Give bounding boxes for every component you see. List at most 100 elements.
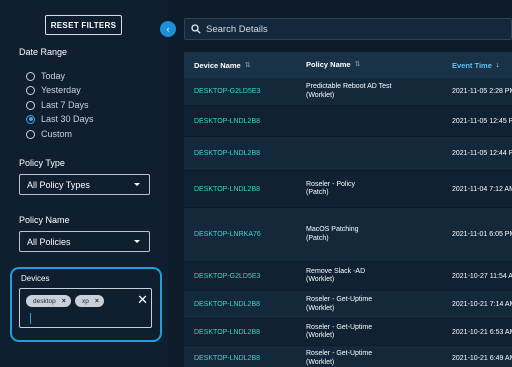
radio-label: Last 30 Days	[41, 114, 94, 124]
radio-label: Yesterday	[41, 85, 81, 95]
policy-type-value: All Policy Types	[27, 179, 90, 190]
table-row[interactable]: DESKTOP-G2LD5E3 Remove Slack -AD (Worklet…	[184, 262, 512, 291]
policy-type: (Worklet)	[306, 332, 335, 339]
policy-name: Roseler - Get-Uptime	[306, 323, 373, 331]
radio-last-7-days[interactable]: Last 7 Days	[26, 100, 89, 110]
radio-circle-icon	[26, 100, 35, 110]
clear-all-icon[interactable]: ✕	[137, 293, 148, 306]
device-cell[interactable]: DESKTOP-LNDL2B8	[184, 186, 296, 193]
chip-remove-icon[interactable]: ×	[95, 298, 99, 305]
radio-today[interactable]: Today	[26, 71, 65, 81]
table-row[interactable]: DESKTOP-LNDL2B8 Roseler - Get-Uptime (Wor…	[184, 319, 512, 346]
radio-label: Last 7 Days	[41, 100, 89, 110]
table-row[interactable]: DESKTOP-LNDL2B8 2021-11-05 12:44 PM	[184, 137, 512, 171]
time-cell: 2021-10-21 7:14 AM	[452, 301, 512, 308]
policy-type: (Worklet)	[306, 276, 335, 283]
column-policy-name[interactable]: Policy Name ⇅	[296, 59, 442, 70]
policy-name: Predictable Reboot AD Test	[306, 83, 392, 91]
device-cell[interactable]: DESKTOP-LNDL2B8	[184, 118, 296, 125]
device-cell[interactable]: DESKTOP-LNRKA76	[184, 231, 296, 238]
radio-custom[interactable]: Custom	[26, 129, 72, 139]
policy-type: (Worklet)	[306, 304, 335, 312]
policy-name: Remove Slack -AD	[306, 267, 366, 275]
filter-sidebar: RESET FILTERS Date Range Today Yesterday…	[0, 0, 168, 367]
time-cell: 2021-11-01 6:05 PM	[452, 231, 512, 238]
device-cell[interactable]: DESKTOP-LNDL2B8	[184, 355, 296, 362]
policy-type: (Patch)	[306, 189, 329, 196]
radio-circle-icon	[26, 129, 35, 139]
date-range-label: Date Range	[19, 47, 68, 57]
device-cell[interactable]: DESKTOP-G2LD5E3	[184, 273, 296, 280]
radio-selected-icon	[26, 114, 35, 124]
policy-type-label: Policy Type	[19, 158, 65, 168]
device-cell[interactable]: DESKTOP-LNDL2B8	[184, 150, 296, 157]
time-cell: 2021-10-21 6:49 AM	[452, 355, 512, 362]
time-cell: 2021-10-21 6:53 AM	[452, 328, 512, 336]
policy-name-select[interactable]: All Policies	[19, 231, 150, 252]
reset-filters-button[interactable]: RESET FILTERS	[45, 15, 122, 35]
policy-cell: Roseler - Get-Uptime (Worklet)	[296, 350, 442, 366]
time-cell: 2021-10-27 11:54 AM	[452, 272, 512, 280]
table-row[interactable]: DESKTOP-G2LD5E3 Predictable Reboot AD Te…	[184, 78, 512, 106]
table-row[interactable]: DESKTOP-LNDL2B8 2021-11-05 12:45 PM	[184, 106, 512, 137]
device-cell[interactable]: DESKTOP-LNDL2B8	[184, 301, 296, 308]
column-device-name[interactable]: Device Name ⇅	[184, 61, 296, 70]
sort-descending-icon: ↓	[495, 61, 500, 69]
devices-input[interactable]: desktop × xp × ✕	[19, 288, 152, 328]
policy-type: (Worklet)	[306, 358, 335, 366]
policy-cell: MacOS Patching (Patch)	[296, 226, 442, 242]
time-cell: 2021-11-05 12:44 PM	[452, 150, 512, 157]
table-header: Device Name ⇅ Policy Name ⇅ Event Time ↓	[184, 52, 512, 78]
policy-name: Roseler - Get-Uptime	[306, 350, 373, 358]
policy-name-value: All Policies	[27, 236, 71, 247]
sort-icon: ⇅	[244, 62, 251, 69]
radio-circle-icon	[26, 71, 35, 81]
sort-icon: ⇅	[354, 60, 361, 68]
device-cell[interactable]: DESKTOP-LNDL2B8	[184, 329, 296, 336]
radio-label: Today	[41, 71, 66, 81]
time-cell: 2021-11-04 7:12 AM	[452, 185, 512, 193]
time-cell: 2021-11-05 12:45 PM	[452, 117, 512, 125]
column-label: Policy Name	[306, 59, 351, 69]
devices-label: Devices	[21, 274, 50, 283]
search-icon	[191, 24, 201, 34]
radio-yesterday[interactable]: Yesterday	[26, 85, 81, 95]
table-row[interactable]: DESKTOP-LNDL2B8 Roseler - Get-Uptime (Wor…	[184, 291, 512, 319]
policy-cell: Predictable Reboot AD Test (Worklet)	[296, 83, 442, 99]
policy-name: Roseler - Get-Uptime	[306, 296, 373, 304]
policy-cell: Remove Slack -AD (Worklet)	[296, 268, 442, 284]
collapse-sidebar-button[interactable]: ‹	[160, 21, 176, 37]
policy-type: (Patch)	[306, 234, 329, 242]
chevron-left-icon: ‹	[166, 24, 170, 34]
policy-cell: Roseler - Policy (Patch)	[296, 181, 442, 197]
column-label: Event Time	[452, 60, 492, 70]
devices-filter: Devices desktop × xp × ✕	[10, 267, 162, 342]
device-chip: xp ×	[75, 295, 104, 307]
search-placeholder: Search Details	[206, 23, 268, 35]
policy-name-label: Policy Name	[19, 215, 70, 225]
policy-cell: Roseler - Get-Uptime (Worklet)	[296, 324, 442, 340]
caret-down-icon	[134, 240, 140, 243]
policy-cell: Roseler - Get-Uptime (Worklet)	[296, 296, 442, 312]
device-chip: desktop ×	[26, 295, 71, 307]
column-event-time[interactable]: Event Time ↓	[442, 61, 512, 70]
radio-last-30-days[interactable]: Last 30 Days	[26, 114, 94, 124]
chip-label: xp	[82, 297, 89, 305]
text-cursor	[30, 313, 31, 324]
policy-type: (Worklet)	[306, 91, 335, 99]
column-label: Device Name	[194, 60, 241, 70]
radio-label: Custom	[41, 129, 73, 139]
table-row[interactable]: DESKTOP-LNDL2B8 Roseler - Policy (Patch) …	[184, 171, 512, 208]
main-panel: Search Details Device Name ⇅ Policy Name…	[168, 0, 512, 367]
policy-name: Roseler - Policy	[306, 180, 356, 188]
chip-label: desktop	[33, 297, 56, 305]
policy-name: MacOS Patching	[306, 226, 359, 234]
chip-remove-icon[interactable]: ×	[62, 298, 66, 305]
table-row[interactable]: DESKTOP-LNRKA76 MacOS Patching (Patch) 20…	[184, 208, 512, 262]
search-input[interactable]: Search Details	[184, 18, 512, 40]
table-row[interactable]: DESKTOP-LNDL2B8 Roseler - Get-Uptime (Wor…	[184, 346, 512, 367]
radio-circle-icon	[26, 85, 35, 95]
policy-type-select[interactable]: All Policy Types	[19, 174, 150, 195]
device-cell[interactable]: DESKTOP-G2LD5E3	[184, 88, 296, 95]
events-table: Device Name ⇅ Policy Name ⇅ Event Time ↓…	[184, 52, 512, 367]
